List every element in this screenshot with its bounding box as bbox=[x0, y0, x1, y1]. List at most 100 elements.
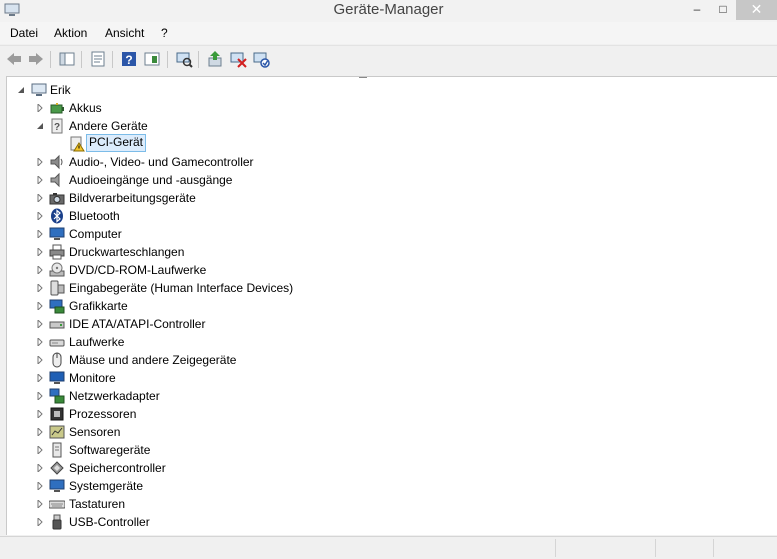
camera-icon bbox=[49, 193, 65, 205]
warning-device-icon bbox=[70, 136, 85, 152]
menu-help[interactable]: ? bbox=[161, 26, 168, 40]
tree-device-pci-geraet[interactable]: PCI-Gerät bbox=[7, 134, 407, 153]
tree-category-keyboards[interactable]: Tastaturen bbox=[7, 495, 407, 513]
collapsed-arrow-icon[interactable] bbox=[36, 302, 44, 310]
collapsed-arrow-icon[interactable] bbox=[36, 194, 44, 202]
collapsed-arrow-icon[interactable] bbox=[36, 464, 44, 472]
category-label: Softwaregeräte bbox=[69, 443, 151, 457]
category-label: IDE ATA/ATAPI-Controller bbox=[69, 317, 206, 331]
tree-category-imaging[interactable]: Bildverarbeitungsgeräte bbox=[7, 189, 407, 207]
disc-drive-icon bbox=[49, 262, 65, 277]
collapsed-arrow-icon[interactable] bbox=[36, 482, 44, 490]
tree-category-andere-geraete[interactable]: ? Andere Geräte bbox=[7, 117, 407, 135]
tree-category-processors[interactable]: Prozessoren bbox=[7, 405, 407, 423]
tree-category-display-adapters[interactable]: Grafikkarte bbox=[7, 297, 407, 315]
tree-root[interactable]: Erik bbox=[7, 81, 307, 99]
console-tree-icon[interactable] bbox=[58, 50, 76, 68]
category-label: Laufwerke bbox=[69, 335, 125, 349]
menu-aktion[interactable]: Aktion bbox=[54, 26, 87, 40]
menu-ansicht[interactable]: Ansicht bbox=[105, 26, 144, 40]
title-bar: Geräte-Manager – □ ✕ bbox=[0, 0, 777, 22]
status-section bbox=[555, 539, 656, 557]
collapsed-arrow-icon[interactable] bbox=[36, 392, 44, 400]
tree-root-label: Erik bbox=[50, 83, 71, 97]
toolbar-separator bbox=[50, 51, 51, 68]
menu-bar: Datei Aktion Ansicht ? bbox=[0, 22, 777, 44]
enable-device-icon[interactable] bbox=[252, 50, 270, 68]
tree-category-system-devices[interactable]: Systemgeräte bbox=[7, 477, 407, 495]
category-label: Druckwarteschlangen bbox=[69, 245, 185, 259]
forward-arrow-icon[interactable] bbox=[27, 50, 45, 68]
back-arrow-icon[interactable] bbox=[5, 50, 23, 68]
system-device-icon bbox=[49, 479, 65, 492]
category-label: Eingabegeräte (Human Interface Devices) bbox=[69, 281, 294, 295]
tree-category-audio-video[interactable]: Audio-, Video- und Gamecontroller bbox=[7, 153, 407, 171]
tree-category-audio-io[interactable]: Audioeingänge und -ausgänge bbox=[7, 171, 407, 189]
ide-controller-icon bbox=[49, 321, 65, 329]
speaker-icon bbox=[50, 154, 63, 170]
collapsed-arrow-icon[interactable] bbox=[36, 410, 44, 418]
tree-category-mice[interactable]: Mäuse und andere Zeigegeräte bbox=[7, 351, 407, 369]
category-label: Audioeingänge und -ausgänge bbox=[69, 173, 233, 187]
collapsed-arrow-icon[interactable] bbox=[36, 104, 44, 112]
update-driver-icon[interactable] bbox=[206, 50, 224, 68]
tree-category-monitors[interactable]: Monitore bbox=[7, 369, 407, 387]
tree-category-storage-controllers[interactable]: Speichercontroller bbox=[7, 459, 407, 477]
toolbar-separator bbox=[198, 51, 199, 68]
collapsed-arrow-icon[interactable] bbox=[36, 266, 44, 274]
category-label: Bildverarbeitungsgeräte bbox=[69, 191, 196, 205]
category-label: USB-Controller bbox=[69, 515, 150, 529]
collapsed-arrow-icon[interactable] bbox=[36, 158, 44, 166]
minimize-button[interactable]: – bbox=[684, 0, 710, 20]
tree-category-usb-controllers[interactable]: USB-Controller bbox=[7, 513, 407, 531]
tree-category-ide-controllers[interactable]: IDE ATA/ATAPI-Controller bbox=[7, 315, 407, 333]
sensor-icon bbox=[49, 425, 65, 439]
menu-datei[interactable]: Datei bbox=[10, 26, 38, 40]
collapsed-arrow-icon[interactable] bbox=[36, 212, 44, 220]
usb-icon bbox=[52, 514, 62, 530]
collapsed-arrow-icon[interactable] bbox=[36, 248, 44, 256]
expanded-arrow-icon[interactable] bbox=[17, 86, 25, 94]
collapsed-arrow-icon[interactable] bbox=[36, 230, 44, 238]
category-label: Mäuse und andere Zeigegeräte bbox=[69, 353, 237, 367]
collapsed-arrow-icon[interactable] bbox=[36, 518, 44, 526]
help-icon[interactable]: ? bbox=[120, 50, 138, 68]
toolbar-separator bbox=[167, 51, 168, 68]
category-label: Audio-, Video- und Gamecontroller bbox=[69, 155, 254, 169]
collapsed-arrow-icon[interactable] bbox=[36, 500, 44, 508]
category-label: Speichercontroller bbox=[69, 461, 166, 475]
scan-hardware-icon[interactable] bbox=[175, 50, 193, 68]
tree-category-sensors[interactable]: Sensoren bbox=[7, 423, 407, 441]
tree-category-bluetooth[interactable]: Bluetooth bbox=[7, 207, 407, 225]
category-label: Akkus bbox=[69, 101, 102, 115]
maximize-button[interactable]: □ bbox=[710, 0, 736, 20]
tree-category-dvd-drives[interactable]: DVD/CD-ROM-Laufwerke bbox=[7, 261, 407, 279]
collapsed-arrow-icon[interactable] bbox=[36, 374, 44, 382]
category-label: Bluetooth bbox=[69, 209, 120, 223]
tree-category-disk-drives[interactable]: Laufwerke bbox=[7, 333, 407, 351]
category-label: DVD/CD-ROM-Laufwerke bbox=[69, 263, 207, 277]
expanded-arrow-icon[interactable] bbox=[36, 122, 44, 130]
close-button[interactable]: ✕ bbox=[736, 0, 777, 20]
tree-category-hid[interactable]: Eingabegeräte (Human Interface Devices) bbox=[7, 279, 407, 297]
monitor-icon bbox=[49, 371, 65, 384]
toolbar-separator bbox=[81, 51, 82, 68]
battery-icon bbox=[50, 103, 64, 114]
collapsed-arrow-icon[interactable] bbox=[36, 176, 44, 184]
collapsed-arrow-icon[interactable] bbox=[36, 320, 44, 328]
collapsed-arrow-icon[interactable] bbox=[36, 356, 44, 364]
tree-category-software-devices[interactable]: Softwaregeräte bbox=[7, 441, 407, 459]
disable-device-icon[interactable] bbox=[229, 50, 247, 68]
collapsed-arrow-icon[interactable] bbox=[36, 428, 44, 436]
collapsed-arrow-icon[interactable] bbox=[36, 446, 44, 454]
tree-category-print-queues[interactable]: Druckwarteschlangen bbox=[7, 243, 407, 261]
collapsed-arrow-icon[interactable] bbox=[36, 338, 44, 346]
tree-category-network-adapters[interactable]: Netzwerkadapter bbox=[7, 387, 407, 405]
collapsed-arrow-icon[interactable] bbox=[36, 284, 44, 292]
status-bar bbox=[0, 536, 777, 559]
tree-category-akkus[interactable]: Akkus bbox=[7, 99, 407, 117]
monitor-icon bbox=[49, 227, 65, 240]
properties-icon[interactable] bbox=[89, 50, 107, 68]
tree-category-computer[interactable]: Computer bbox=[7, 225, 407, 243]
view-pane-icon[interactable] bbox=[143, 50, 161, 68]
